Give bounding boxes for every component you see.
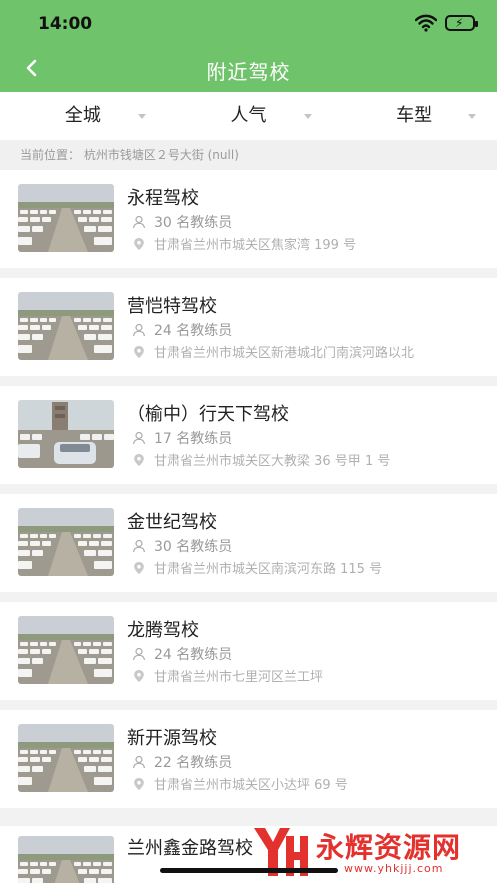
coach-count: 24 名教练员: [154, 647, 233, 663]
address-row: 甘肃省兰州市城关区焦家湾 199 号: [132, 234, 356, 253]
filter-bar: 全城 人气 车型: [0, 92, 497, 140]
school-photo: [18, 616, 114, 684]
school-photo: [18, 400, 114, 468]
school-name: （榆中）行天下驾校: [127, 404, 289, 425]
location-pin-icon: [132, 453, 146, 467]
home-indicator: [160, 868, 338, 873]
coach-count: 24 名教练员: [154, 323, 233, 339]
filter-area[interactable]: 全城: [0, 92, 166, 140]
school-photo: [18, 292, 114, 360]
school-name: 营恺特驾校: [127, 296, 217, 317]
person-icon: [132, 431, 146, 445]
current-location: 当前位置： 杭州市钱塘区２号大街 (null): [0, 140, 497, 170]
status-time: 14:00: [38, 14, 93, 34]
school-name: 龙腾驾校: [127, 620, 199, 641]
location-pin-icon: [132, 777, 146, 791]
app-header: 14:00 ⚡ 附近驾校: [0, 0, 497, 92]
school-photo: [18, 836, 114, 883]
coach-count: 30 名教练员: [154, 539, 233, 555]
school-name: 金世纪驾校: [127, 512, 217, 533]
filter-car-type-label: 车型: [396, 105, 433, 126]
location-pin-icon: [132, 345, 146, 359]
school-address: 甘肃省兰州市城关区焦家湾 199 号: [154, 238, 357, 253]
address-row: 甘肃省兰州市城关区南滨河东路 115 号: [132, 558, 382, 577]
person-icon: [132, 647, 146, 661]
wifi-icon: [415, 14, 437, 32]
school-address: 甘肃省兰州市七里河区兰工坪: [154, 670, 324, 685]
school-address: 甘肃省兰州市城关区南滨河东路 115 号: [154, 562, 383, 577]
filter-popularity[interactable]: 人气: [166, 92, 332, 140]
school-photo: [18, 508, 114, 576]
school-name: 新开源驾校: [127, 728, 217, 749]
coach-count: 22 名教练员: [154, 755, 233, 771]
school-photo: [18, 724, 114, 792]
person-icon: [132, 539, 146, 553]
school-card[interactable]: 新开源驾校 22 名教练员 甘肃省兰州市城关区小达坪 69 号: [0, 710, 497, 808]
person-icon: [132, 215, 146, 229]
location-pin-icon: [132, 561, 146, 575]
coach-count-row: 30 名教练员: [132, 536, 232, 556]
status-bar: 14:00 ⚡: [0, 0, 497, 46]
caret-down-icon: [468, 114, 477, 119]
school-address: 甘肃省兰州市城关区大教梁 36 号甲 1 号: [154, 454, 391, 469]
school-address: 甘肃省兰州市城关区新港城北门南滨河路以北: [154, 346, 415, 361]
watermark-text: 永辉资源网: [316, 831, 462, 864]
coach-count-row: 30 名教练员: [132, 212, 232, 232]
address-row: 甘肃省兰州市城关区大教梁 36 号甲 1 号: [132, 450, 390, 469]
school-name: 兰州鑫金路驾校: [127, 838, 253, 859]
filter-car-type[interactable]: 车型: [331, 92, 497, 140]
school-name: 永程驾校: [127, 188, 199, 209]
location-pin-icon: [132, 237, 146, 251]
page-title: 附近驾校: [206, 60, 291, 84]
school-card[interactable]: 龙腾驾校 24 名教练员 甘肃省兰州市七里河区兰工坪: [0, 602, 497, 700]
coach-count: 17 名教练员: [154, 431, 233, 447]
coach-count: 30 名教练员: [154, 215, 233, 231]
address-row: 甘肃省兰州市七里河区兰工坪: [132, 666, 323, 685]
address-row: 甘肃省兰州市城关区新港城北门南滨河路以北: [132, 342, 414, 361]
school-card[interactable]: 永程驾校 30 名教练员 甘肃省兰州市城关区焦家湾 199 号: [0, 170, 497, 268]
coach-count-row: 24 名教练员: [132, 644, 232, 664]
school-photo: [18, 184, 114, 252]
person-icon: [132, 323, 146, 337]
person-icon: [132, 755, 146, 769]
filter-area-label: 全城: [64, 105, 101, 126]
coach-count-row: 24 名教练员: [132, 320, 232, 340]
location-pin-icon: [132, 669, 146, 683]
caret-down-icon: [138, 114, 146, 119]
status-icons: ⚡: [415, 14, 478, 32]
school-list: 永程驾校 30 名教练员 甘肃省兰州市城关区焦家湾 199 号 营恺特驾校 24…: [0, 170, 497, 818]
battery-icon: ⚡: [445, 15, 478, 31]
nav-bar: 附近驾校: [0, 46, 497, 92]
school-card[interactable]: 营恺特驾校 24 名教练员 甘肃省兰州市城关区新港城北门南滨河路以北: [0, 278, 497, 376]
school-address: 甘肃省兰州市城关区小达坪 69 号: [154, 778, 348, 793]
school-card[interactable]: （榆中）行天下驾校 17 名教练员 甘肃省兰州市城关区大教梁 36 号甲 1 号: [0, 386, 497, 484]
watermark-url: www.yhkjjj.com: [344, 862, 444, 875]
coach-count-row: 17 名教练员: [132, 428, 232, 448]
school-card[interactable]: 金世纪驾校 30 名教练员 甘肃省兰州市城关区南滨河东路 115 号: [0, 494, 497, 592]
filter-popularity-label: 人气: [230, 105, 267, 126]
caret-down-icon: [303, 114, 312, 119]
address-row: 甘肃省兰州市城关区小达坪 69 号: [132, 774, 348, 793]
coach-count-row: 22 名教练员: [132, 752, 232, 772]
